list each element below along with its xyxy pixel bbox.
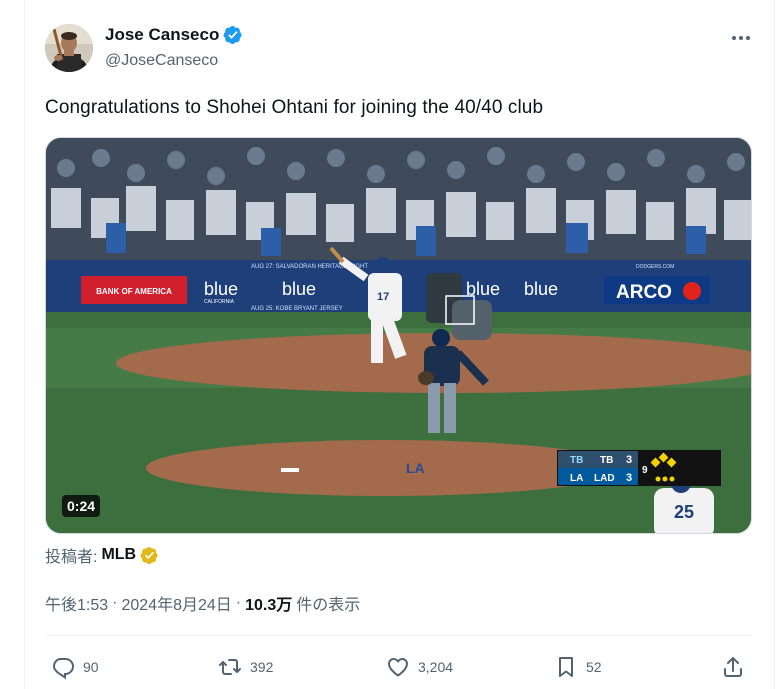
media-attribution: 投稿者: MLB: [45, 543, 159, 567]
tweet-text: Congratulations to Shohei Ohtani for joi…: [45, 97, 544, 118]
dodgers-url: DODGERS.COM: [636, 264, 674, 270]
video-player[interactable]: BANK OF AMERICA AUG 27: SALVADORAN HERIT…: [45, 137, 752, 534]
meta-separator: ·: [235, 594, 242, 611]
reply-button[interactable]: 90: [51, 651, 99, 683]
california-text: CALIFORNIA: [204, 299, 235, 305]
gold-verified-badge-icon: [140, 546, 159, 565]
left-border: [24, 0, 25, 689]
reply-icon: [52, 658, 75, 679]
video-duration: 0:24: [62, 495, 101, 517]
baseball-scene: BANK OF AMERICA AUG 27: SALVADORAN HERIT…: [46, 138, 751, 533]
blue-banner-2: blue: [282, 279, 316, 299]
home-logo: LA: [570, 473, 583, 484]
tweet-time[interactable]: 午後1:53: [45, 591, 108, 615]
more-dots-icon[interactable]: [729, 28, 753, 48]
author-name[interactable]: Jose Canseco: [105, 25, 219, 45]
mound-logo: LA: [406, 460, 425, 476]
blue-banner-4: blue: [524, 279, 558, 299]
share-button[interactable]: [721, 651, 745, 683]
views-label: 件の表示: [296, 597, 361, 614]
like-count: 3,204: [418, 659, 454, 675]
batter-number: 17: [377, 291, 389, 303]
inning-number: 9: [642, 465, 648, 476]
tweet-meta: 午後1:53 · 2024年8月24日 · 10.3万 件の表示: [45, 591, 360, 615]
like-button[interactable]: 3,204: [386, 651, 453, 683]
bookmark-count: 52: [586, 659, 602, 675]
avatar[interactable]: [45, 24, 93, 72]
divider: [45, 635, 752, 636]
verified-badge-icon: [223, 25, 243, 45]
author-handle[interactable]: @JoseCanseco: [105, 52, 218, 70]
tweet-date[interactable]: 2024年8月24日: [121, 591, 231, 615]
attribution-source[interactable]: MLB: [101, 546, 136, 564]
meta-separator: ·: [112, 594, 118, 611]
retweet-icon: [219, 659, 241, 675]
blue-banner-1: blue: [204, 279, 238, 299]
arco-banner: ARCO: [616, 282, 672, 303]
date-bottom-banner: AUG 25: KOBE BRYANT JERSEY: [251, 306, 343, 312]
attribution-label: 投稿者:: [45, 549, 98, 566]
share-icon: [724, 657, 742, 677]
scoreboard: TB TB 3 LA LAD 3 9: [557, 450, 721, 486]
right-border: [774, 0, 775, 689]
away-team: TB: [600, 455, 613, 466]
bank-banner: BANK OF AMERICA: [96, 287, 172, 296]
retweet-count: 392: [250, 659, 274, 675]
bookmark-button[interactable]: 52: [554, 651, 602, 683]
name-row: Jose Canseco: [105, 25, 243, 45]
retweet-button[interactable]: 392: [218, 651, 273, 683]
action-bar: 90 392 3,204 52: [45, 651, 752, 683]
tweet-header: Jose Canseco @JoseCanseco: [45, 22, 757, 74]
home-score: 3: [626, 472, 632, 484]
bookmark-icon: [559, 657, 573, 677]
heart-icon: [388, 658, 408, 677]
home-team: LAD: [594, 473, 615, 484]
reply-count: 90: [83, 659, 99, 675]
views-count: 10.3万: [245, 597, 293, 614]
away-logo: TB: [570, 455, 583, 466]
away-score: 3: [626, 454, 632, 466]
runner-number: 25: [674, 502, 694, 522]
